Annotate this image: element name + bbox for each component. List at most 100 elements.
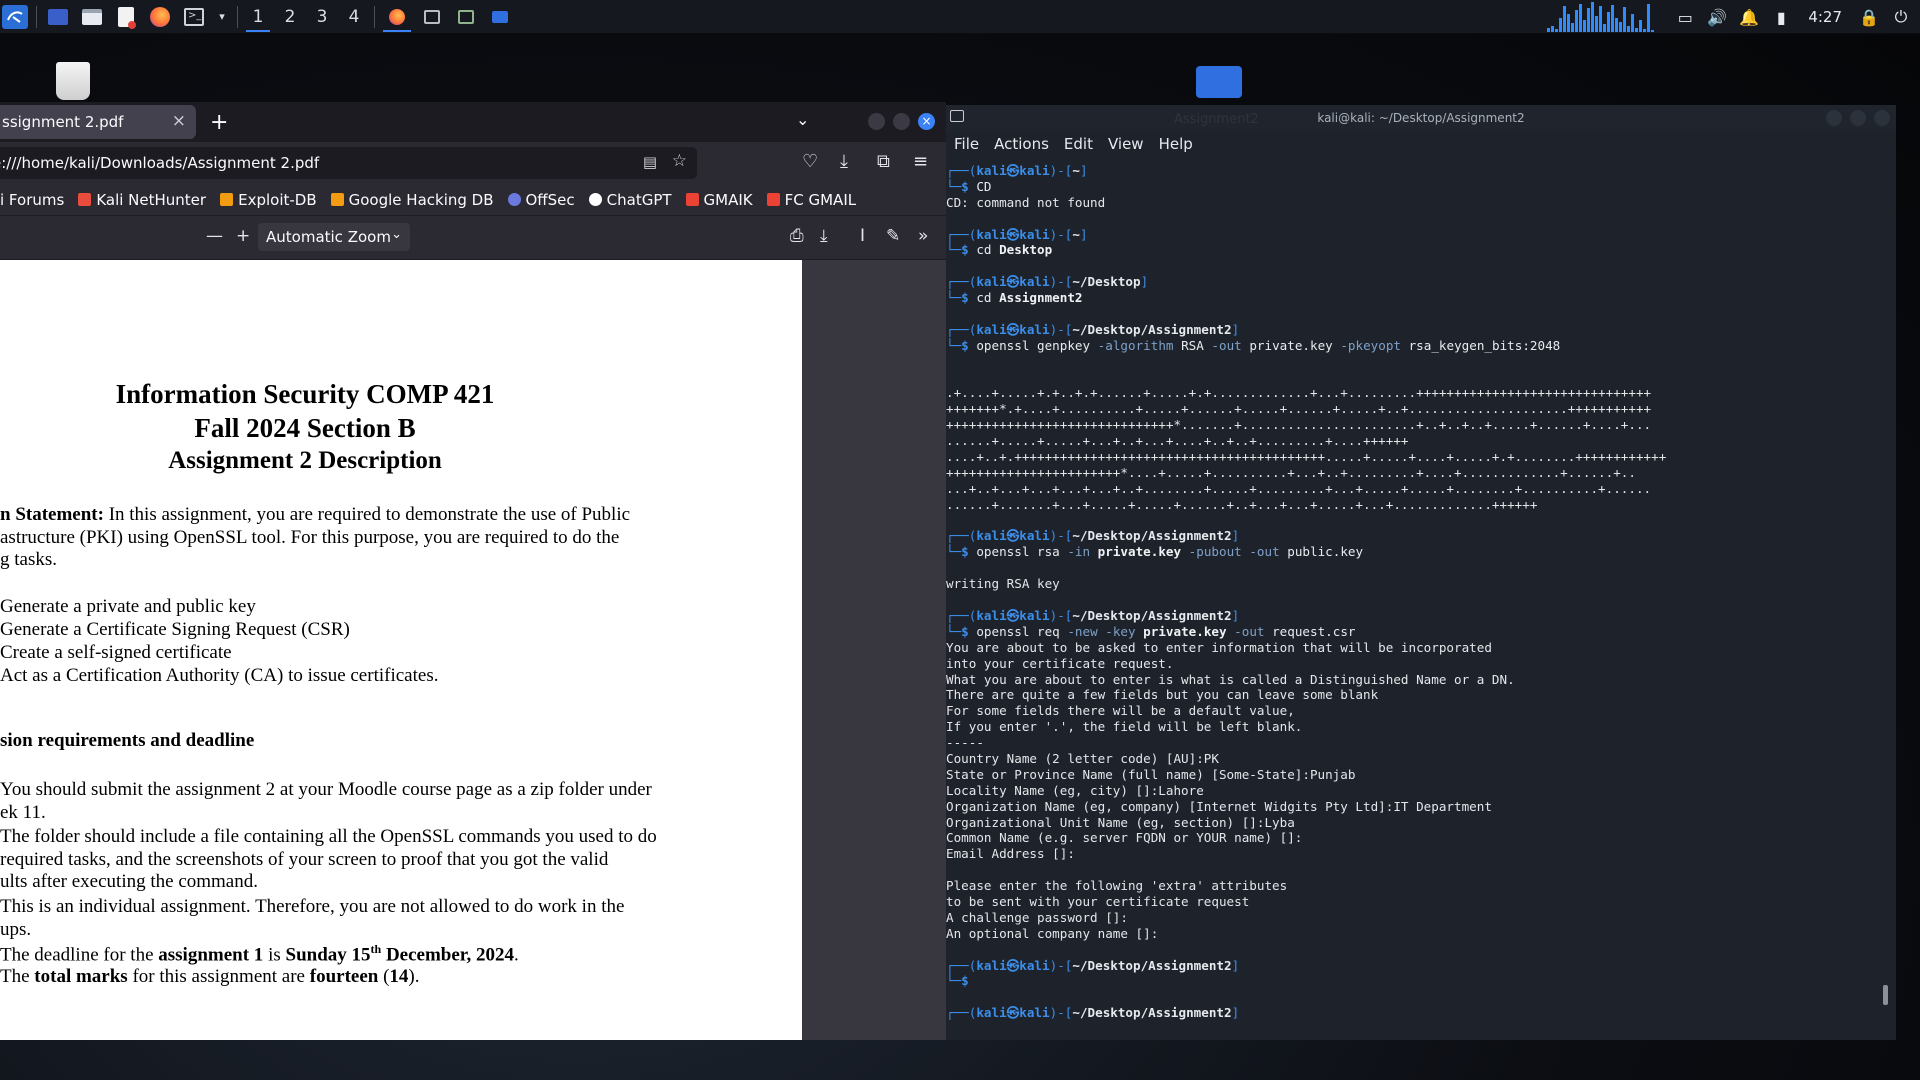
show-desktop-icon[interactable] — [45, 5, 71, 29]
bookmark-offsec[interactable]: OffSec — [507, 191, 575, 209]
terminal-window[interactable]: Assignment2 kali@kali: ~/Desktop/Assignm… — [946, 105, 1896, 1040]
taskbar-firefox[interactable] — [379, 0, 415, 34]
lock-icon[interactable]: 🔒 — [1858, 6, 1880, 28]
terminal-app-icon — [950, 110, 964, 122]
close-window-button[interactable]: × — [918, 113, 935, 130]
output-line: You are about to be asked to enter infor… — [946, 639, 1492, 655]
save-icon[interactable]: ⤓ — [820, 226, 828, 246]
power-icon[interactable]: ⏻ — [1890, 6, 1912, 28]
bookmark-google-hacking-db[interactable]: Google Hacking DB — [330, 191, 494, 209]
terminal-scrollbar[interactable] — [1883, 985, 1888, 1005]
terminal-launcher-icon[interactable]: >_ — [181, 5, 207, 29]
minimize-button[interactable] — [868, 113, 885, 130]
output-line: ++++++++++++++++++++++++++++++*.......+.… — [946, 417, 1652, 433]
text-tool-icon[interactable]: I — [860, 226, 865, 246]
notification-bell-icon[interactable]: 🔔 — [1738, 6, 1760, 28]
url-bar[interactable]: e:///home/kali/Downloads/Assignment 2.pd… — [0, 147, 697, 179]
bookmark-forums[interactable]: i Forums — [0, 191, 64, 209]
workspace-4[interactable]: 4 — [338, 0, 370, 34]
bookmark-nethunter[interactable]: Kali NetHunter — [78, 191, 206, 209]
url-text: e:///home/kali/Downloads/Assignment 2.pd… — [0, 154, 320, 172]
text-editor-icon[interactable] — [113, 5, 139, 29]
zoom-in-button[interactable]: + — [236, 226, 250, 246]
output-line: There are quite a few fields but you can… — [946, 687, 1379, 703]
file-manager-icon[interactable] — [79, 5, 105, 29]
display-icon[interactable]: ▭ — [1674, 6, 1696, 28]
tools-chevron-icon[interactable]: » — [918, 226, 928, 246]
kali-menu-icon[interactable] — [2, 4, 28, 29]
bookmark-exploit-db[interactable]: Exploit-DB — [220, 191, 317, 209]
maximize-button[interactable] — [893, 113, 910, 130]
trash-icon[interactable] — [56, 62, 90, 100]
battery-icon[interactable]: ▮ — [1770, 6, 1792, 28]
downloads-icon[interactable]: ⤓ — [840, 151, 848, 172]
pocket-icon[interactable]: ♡ — [802, 151, 818, 172]
command-text: public.key — [1279, 544, 1364, 560]
output-line: A challenge password []: — [946, 909, 1128, 925]
terminal-minimize-button[interactable] — [1826, 110, 1842, 126]
command-text: -pkeyopt — [1340, 337, 1402, 353]
command-line: └─$ openssl rsa -in private.key -pubout … — [946, 544, 1364, 560]
gmail-icon — [766, 193, 780, 206]
zoom-out-button[interactable]: — — [206, 226, 223, 246]
workspace-2[interactable]: 2 — [274, 0, 306, 34]
bookmark-fc-gmail[interactable]: FC GMAIL — [766, 191, 856, 209]
prompt-path: ~/Desktop — [1072, 274, 1141, 290]
draw-icon[interactable]: ✎ — [886, 226, 900, 246]
desktop-folder-icon[interactable] — [1196, 66, 1242, 98]
command-text: private.key — [1090, 544, 1189, 560]
bookmark-chatgpt[interactable]: ChatGPT — [588, 191, 672, 209]
menu-actions[interactable]: Actions — [994, 135, 1049, 153]
exploit-db-icon — [220, 193, 234, 206]
menu-edit[interactable]: Edit — [1064, 135, 1093, 153]
top-panel: >_ ▾ 1 2 3 4 ▭ 🔊 🔔 ▮ 4:27 🔒 ⏻ — [0, 0, 1920, 34]
reader-view-icon[interactable]: ▤ — [643, 153, 657, 171]
bookmark-star-icon[interactable]: ☆ — [672, 151, 687, 171]
menu-file[interactable]: File — [954, 135, 979, 153]
firefox-launcher-icon[interactable] — [147, 5, 173, 29]
command-text: -algorithm — [1097, 337, 1174, 353]
bookmark-gmaik[interactable]: GMAIK — [685, 191, 753, 209]
taskbar-terminal-2[interactable] — [449, 0, 483, 34]
output-line: For some fields there will be a default … — [946, 703, 1295, 719]
new-tab-button[interactable]: + — [210, 110, 228, 135]
requirement-marks: The total marks for this assignment are … — [0, 966, 420, 987]
command-line: └─$ openssl genpkey -algorithm RSA -out … — [946, 337, 1561, 353]
output-line: into your certificate request. — [946, 655, 1174, 671]
clock[interactable]: 4:27 — [1808, 8, 1842, 26]
zoom-select[interactable]: Automatic Zoom ⌄ — [258, 223, 410, 251]
close-tab-icon[interactable]: × — [172, 111, 186, 131]
pdf-viewer[interactable]: Information Security COMP 421 Fall 2024 … — [0, 260, 946, 1040]
task-item: Create a self-signed certificate — [0, 642, 232, 663]
terminal-close-button[interactable] — [1874, 110, 1890, 126]
chevron-down-icon[interactable]: ▾ — [215, 5, 229, 29]
tab-assignment-pdf[interactable]: ssignment 2.pdf × — [0, 105, 196, 139]
command-text: private.key — [1241, 337, 1341, 353]
command-text: -pubout -out — [1188, 544, 1280, 560]
print-icon[interactable]: ⎙ — [790, 226, 804, 246]
terminal-maximize-button[interactable] — [1850, 110, 1866, 126]
workspace-3[interactable]: 3 — [306, 0, 338, 34]
extensions-icon[interactable]: ⧉ — [877, 151, 890, 172]
menu-hamburger-icon[interactable]: ≡ — [913, 151, 928, 172]
output-line: writing RSA key — [946, 576, 1060, 592]
taskbar-terminal-1[interactable] — [415, 0, 449, 34]
terminal-output[interactable]: ┌──(kali㉿kali)-[~] └─$ CD CD: command not … — [946, 163, 1886, 1040]
volume-icon[interactable]: 🔊 — [1706, 6, 1728, 28]
menu-view[interactable]: View — [1108, 135, 1144, 153]
output-line: ......+.....+.....+...+..+...+....+..+..… — [946, 433, 1409, 449]
list-tabs-chevron-icon[interactable]: ⌄ — [796, 110, 809, 129]
workspace-1[interactable]: 1 — [242, 0, 274, 34]
command-text: RSA — [1173, 337, 1212, 353]
ghdb-icon — [330, 193, 344, 206]
prompt-line: ┌──(kali㉿kali)-[~/Desktop/Assignment2] — [946, 957, 1240, 973]
task-item: Generate a Certificate Signing Request (… — [0, 619, 350, 640]
menu-help[interactable]: Help — [1159, 135, 1193, 153]
taskbar-folder[interactable] — [483, 0, 517, 34]
